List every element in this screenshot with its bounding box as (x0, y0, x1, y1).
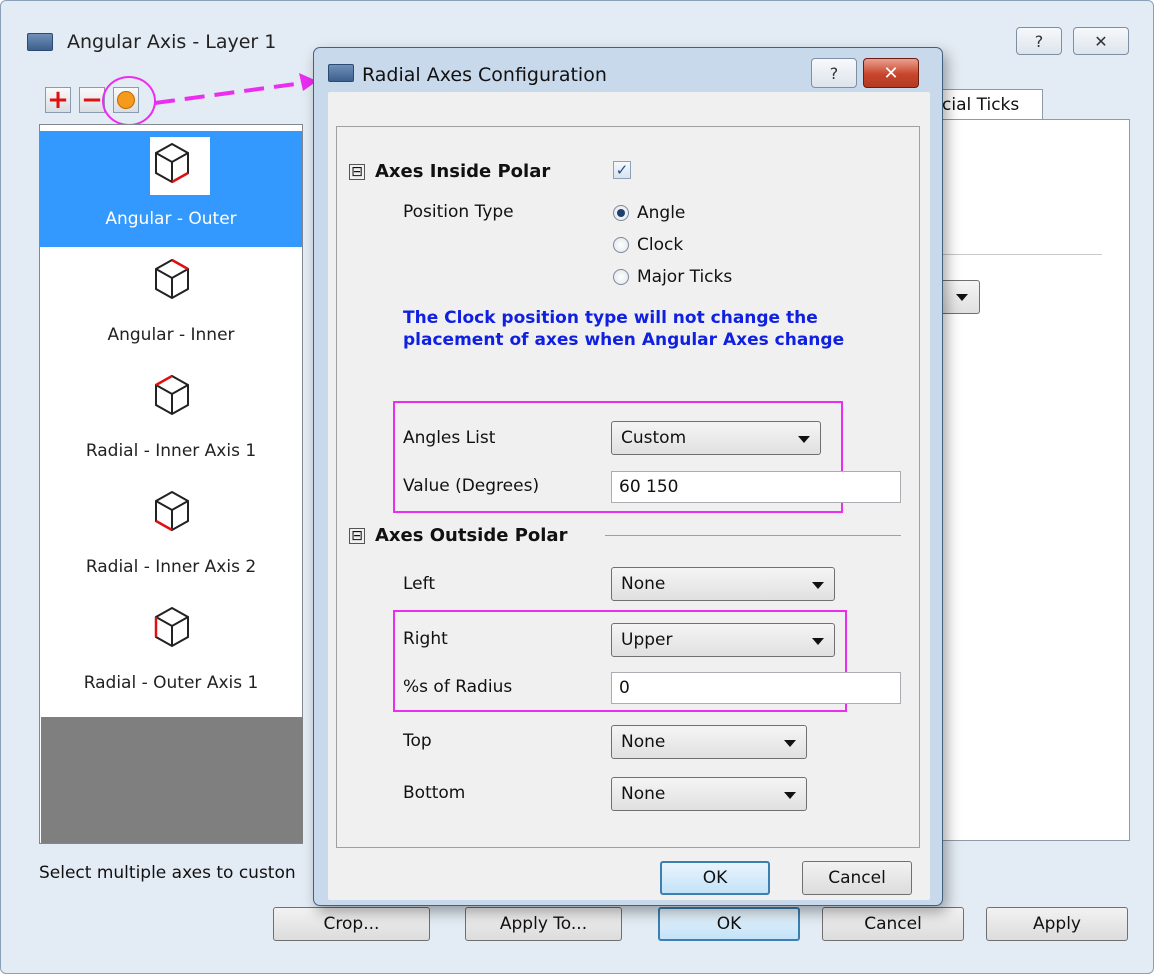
bottom-label: Bottom (403, 783, 466, 803)
cancel-button-back[interactable]: Cancel (822, 907, 964, 941)
right-dropdown[interactable]: Upper (611, 623, 835, 657)
cancel-button[interactable]: Cancel (802, 861, 912, 895)
axis-list-item[interactable]: Radial - Inner Axis 2 (40, 479, 302, 595)
ok-button[interactable]: OK (660, 861, 770, 895)
dropdown-value: Upper (621, 630, 673, 650)
position-type-label: Position Type (403, 202, 514, 222)
pointer-arrow (154, 73, 317, 105)
dialog-help-button[interactable]: ? (811, 58, 857, 88)
dropdown-value: None (621, 574, 666, 594)
dialog-body: ⊟ Axes Inside Polar ✓ Position Type Angl… (328, 92, 930, 900)
back-help-button[interactable]: ? (1016, 27, 1062, 55)
axes-inside-polar-checkbox[interactable]: ✓ (613, 161, 631, 179)
axis-cube-icon (155, 142, 189, 184)
checkmark-icon: ✓ (615, 161, 629, 179)
crop-button[interactable]: Crop... (273, 907, 430, 941)
dialog-close-button[interactable]: ✕ (863, 58, 919, 88)
axis-cube-icon (155, 258, 189, 300)
apply-to-button[interactable]: Apply To... (465, 907, 622, 941)
divider (932, 254, 1102, 255)
radio-icon (613, 237, 629, 253)
right-label: Right (403, 629, 448, 649)
collapse-icon[interactable]: ⊟ (349, 527, 365, 544)
axis-list-item[interactable]: Angular - Outer (40, 131, 302, 247)
axis-item-label: Radial - Inner Axis 2 (85, 557, 257, 577)
axis-cube-icon (154, 606, 189, 648)
axis-item-label: Radial - Outer Axis 1 (83, 673, 259, 693)
value-degrees-input[interactable]: 60 150 (611, 471, 901, 503)
radius-input[interactable]: 0 (611, 672, 901, 704)
status-text: Select multiple axes to custon (39, 863, 296, 883)
axis-item-label: Angular - Inner (107, 325, 235, 345)
radial-axes-configuration-dialog: Radial Axes Configuration ? ✕ ⊟ Axes Ins… (313, 47, 943, 906)
value-degrees-label: Value (Degrees) (403, 476, 540, 496)
group-title: Axes Inside Polar (375, 161, 551, 182)
group-divider (605, 535, 901, 536)
clock-note: The Clock position type will not change … (403, 308, 845, 351)
axis-item-label: Radial - Inner Axis 1 (85, 441, 257, 461)
axis-list-item[interactable]: Radial - Outer Axis 1 (40, 595, 302, 711)
axes-inside-polar-header[interactable]: ⊟ Axes Inside Polar (349, 161, 550, 182)
highlight-circle (102, 76, 156, 126)
back-window-title: Angular Axis - Layer 1 (67, 31, 277, 53)
radio-label: Major Ticks (637, 267, 733, 287)
axis-item-label: Angular - Outer (105, 209, 237, 229)
radius-label: %s of Radius (403, 677, 513, 697)
tab-special-ticks[interactable]: cial Ticks (931, 89, 1043, 121)
axis-list-item[interactable]: Radial - Inner Axis 1 (40, 363, 302, 479)
chevron-down-icon (812, 638, 824, 645)
axis-cube-icon (155, 490, 189, 532)
close-icon: ✕ (1094, 31, 1108, 51)
left-label: Left (403, 574, 435, 594)
apply-button[interactable]: Apply (986, 907, 1128, 941)
radio-label: Clock (637, 235, 684, 255)
chevron-down-icon (798, 436, 810, 443)
bottom-dropdown[interactable]: None (611, 777, 807, 811)
dialog-icon (328, 64, 354, 82)
radio-major-ticks[interactable]: Major Ticks (613, 267, 732, 287)
top-label: Top (403, 731, 432, 751)
back-close-button[interactable]: ✕ (1073, 27, 1129, 55)
dropdown-value: Custom (621, 428, 687, 448)
chevron-down-icon (812, 582, 824, 589)
axis-list[interactable]: Angular - Outer Angular - Inner Radial -… (39, 124, 303, 844)
help-icon: ? (1034, 31, 1044, 51)
collapse-icon[interactable]: ⊟ (349, 163, 365, 180)
dropdown-value: None (621, 784, 666, 804)
chevron-down-icon (956, 294, 968, 301)
window-icon (27, 33, 53, 51)
ok-button-back[interactable]: OK (658, 907, 800, 941)
radio-label: Angle (637, 203, 686, 223)
group-title: Axes Outside Polar (375, 525, 568, 546)
axis-cube-icon (155, 374, 189, 416)
add-axis-button[interactable]: + (45, 87, 71, 113)
settings-panel: ⊟ Axes Inside Polar ✓ Position Type Angl… (336, 126, 920, 848)
radio-icon (613, 269, 629, 285)
plus-icon: + (47, 85, 69, 115)
chevron-down-icon (784, 740, 796, 747)
tab-panel (931, 119, 1130, 841)
close-icon: ✕ (883, 62, 899, 84)
dropdown-value: None (621, 732, 666, 752)
dialog-title: Radial Axes Configuration (362, 64, 607, 86)
help-icon: ? (829, 63, 839, 83)
radio-icon (613, 205, 629, 221)
left-dropdown[interactable]: None (611, 567, 835, 601)
top-dropdown[interactable]: None (611, 725, 807, 759)
axis-list-item[interactable]: Angular - Inner (40, 247, 302, 363)
angles-list-label: Angles List (403, 428, 496, 448)
list-empty-area (41, 717, 303, 843)
radio-clock[interactable]: Clock (613, 235, 683, 255)
minus-icon: − (81, 85, 103, 115)
angles-list-dropdown[interactable]: Custom (611, 421, 821, 455)
axes-outside-polar-header[interactable]: ⊟ Axes Outside Polar (349, 525, 567, 546)
chevron-down-icon (784, 792, 796, 799)
radio-angle[interactable]: Angle (613, 203, 685, 223)
